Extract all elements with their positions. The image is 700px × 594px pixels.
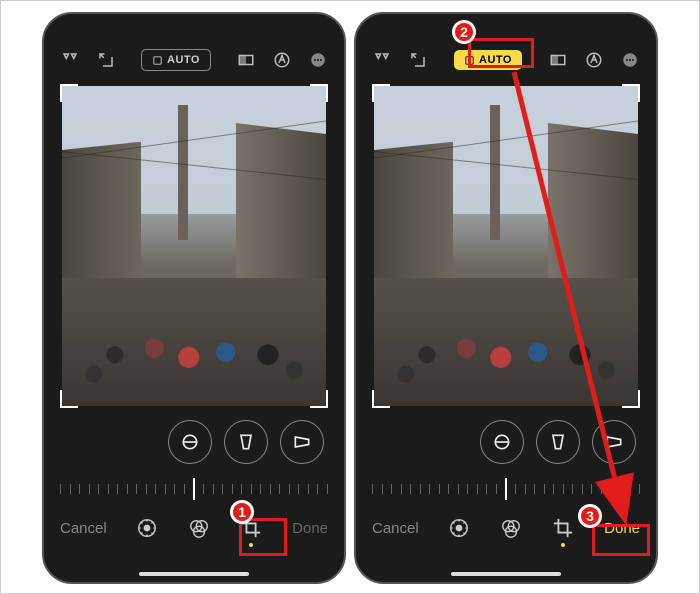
crop-canvas[interactable] xyxy=(62,86,326,406)
auto-label: AUTO xyxy=(479,54,512,66)
crop-handle-tr[interactable] xyxy=(622,84,640,102)
more-icon[interactable] xyxy=(308,50,328,70)
photo-preview xyxy=(62,86,326,406)
filters-tab-icon[interactable] xyxy=(188,517,210,539)
adjust-tab-icon[interactable] xyxy=(136,517,158,539)
annotation-badge-2: 2 xyxy=(452,20,476,44)
rotate-icon[interactable] xyxy=(96,50,116,70)
crop-tab-icon[interactable] xyxy=(552,517,574,539)
markup-icon[interactable] xyxy=(272,50,292,70)
vertical-perspective-button[interactable] xyxy=(224,420,268,464)
phone-screen-left: AUTO xyxy=(42,12,346,584)
crop-handle-tl[interactable] xyxy=(60,84,78,102)
auto-button[interactable]: AUTO xyxy=(141,49,211,71)
crop-toolbar: AUTO xyxy=(44,42,344,78)
straighten-controls xyxy=(356,420,656,470)
done-button[interactable]: Done xyxy=(292,520,328,537)
aspect-ratio-icon[interactable] xyxy=(236,50,256,70)
auto-button[interactable]: AUTO xyxy=(454,50,522,70)
cancel-button[interactable]: Cancel xyxy=(60,520,107,537)
flip-vertical-icon[interactable] xyxy=(60,50,80,70)
done-button[interactable]: Done xyxy=(604,520,640,537)
straighten-button[interactable] xyxy=(168,420,212,464)
auto-label: AUTO xyxy=(167,54,200,66)
horizontal-perspective-button[interactable] xyxy=(592,420,636,464)
angle-ruler[interactable] xyxy=(58,476,330,502)
horizontal-perspective-button[interactable] xyxy=(280,420,324,464)
home-indicator xyxy=(451,572,561,576)
crop-handle-tr[interactable] xyxy=(310,84,328,102)
markup-icon[interactable] xyxy=(584,50,604,70)
rotate-icon[interactable] xyxy=(408,50,428,70)
crop-toolbar: AUTO xyxy=(356,42,656,78)
vertical-perspective-button[interactable] xyxy=(536,420,580,464)
editor-tab-row: Cancel Done xyxy=(356,508,656,548)
more-icon[interactable] xyxy=(620,50,640,70)
phone-screen-right: AUTO xyxy=(354,12,658,584)
crop-handle-bl[interactable] xyxy=(60,390,78,408)
crop-handle-tl[interactable] xyxy=(372,84,390,102)
angle-ruler[interactable] xyxy=(370,476,642,502)
crop-handle-br[interactable] xyxy=(310,390,328,408)
editor-tab-row: Cancel Done xyxy=(44,508,344,548)
flip-vertical-icon[interactable] xyxy=(372,50,392,70)
crop-handle-br[interactable] xyxy=(622,390,640,408)
annotation-badge-3: 3 xyxy=(578,504,602,528)
straighten-button[interactable] xyxy=(480,420,524,464)
aspect-ratio-icon[interactable] xyxy=(548,50,568,70)
home-indicator xyxy=(139,572,249,576)
straighten-controls xyxy=(44,420,344,470)
photo-preview xyxy=(374,86,638,406)
crop-canvas[interactable] xyxy=(374,86,638,406)
cancel-button[interactable]: Cancel xyxy=(372,520,419,537)
crop-handle-bl[interactable] xyxy=(372,390,390,408)
filters-tab-icon[interactable] xyxy=(500,517,522,539)
adjust-tab-icon[interactable] xyxy=(448,517,470,539)
annotation-badge-1: 1 xyxy=(230,500,254,524)
